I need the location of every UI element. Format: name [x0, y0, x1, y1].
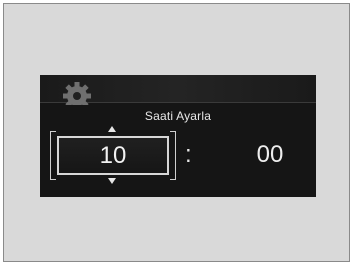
minute-value[interactable]: 00: [240, 140, 300, 170]
hour-up-arrow-icon[interactable]: [108, 126, 116, 132]
right-bracket: [170, 131, 176, 180]
hour-down-arrow-icon[interactable]: [108, 178, 116, 184]
time-separator: :: [185, 141, 192, 168]
screen-title: Saati Ayarla: [144, 109, 212, 123]
hour-value: 10: [99, 142, 127, 169]
figure-frame: Saati Ayarla 10 : 00: [3, 3, 350, 262]
gear-icon: [63, 82, 91, 105]
left-bracket: [50, 131, 56, 180]
hour-selector[interactable]: 10: [57, 136, 169, 175]
clock-setting-screen: Saati Ayarla 10 : 00: [40, 75, 316, 197]
